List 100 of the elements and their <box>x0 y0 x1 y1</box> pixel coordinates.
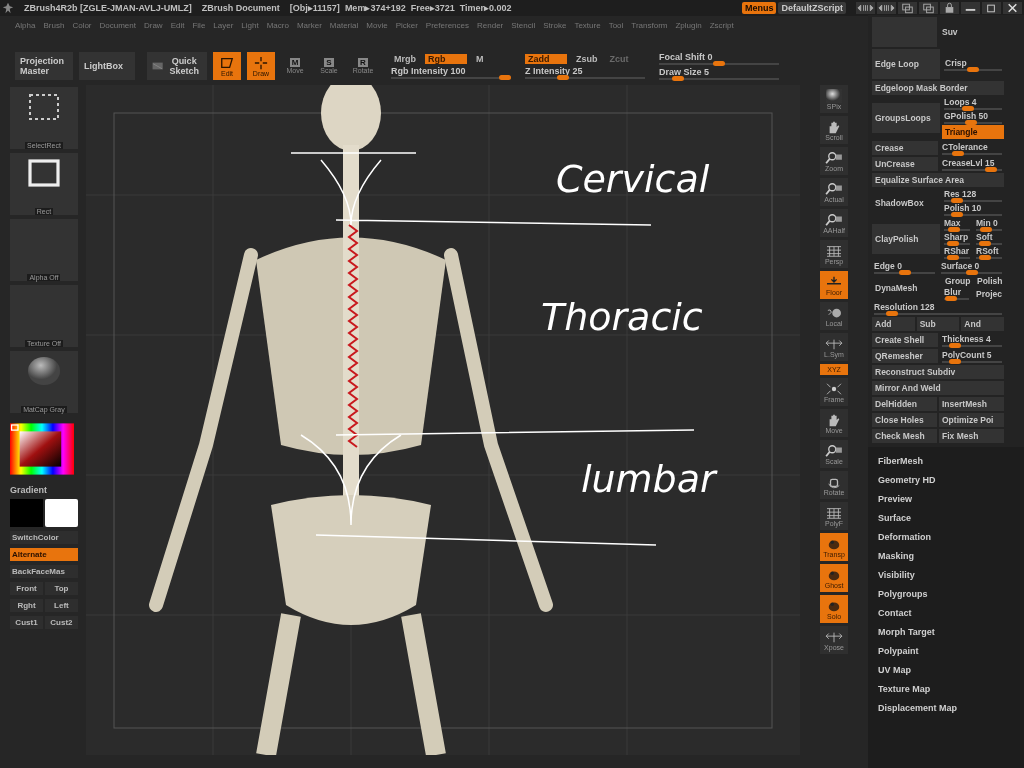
menu-item[interactable]: Texture <box>574 20 601 30</box>
panel-button[interactable]: Optimize Poi <box>939 413 1004 427</box>
windows-icon[interactable] <box>919 2 938 14</box>
panel-button[interactable]: Triangle <box>942 125 1004 139</box>
panel-button[interactable]: InsertMesh <box>939 397 1004 411</box>
menu-item[interactable]: Zplugin <box>675 20 702 30</box>
toggle-button[interactable]: M <box>473 53 497 64</box>
slider-thumb[interactable] <box>946 255 959 260</box>
panel-button[interactable]: GroupsLoops <box>872 103 940 133</box>
slider-thumb[interactable] <box>948 227 961 232</box>
toolbar-button[interactable]: LightBox <box>79 52 135 80</box>
lock-icon[interactable] <box>940 2 959 14</box>
panel-button[interactable]: Mirror And Weld <box>872 381 1004 395</box>
subpalette-item[interactable]: FiberMesh <box>878 452 1014 471</box>
menu-item[interactable]: Zscript <box>709 20 734 30</box>
panel-button[interactable]: Equalize Surface Area <box>872 173 1004 187</box>
menu-item[interactable]: Stencil <box>511 20 536 30</box>
menu-item[interactable]: Draw <box>143 20 163 30</box>
menu-item[interactable]: Movie <box>366 20 388 30</box>
close-icon[interactable] <box>1003 2 1022 14</box>
slider-track[interactable] <box>944 68 1002 71</box>
slider-thumb[interactable] <box>965 270 978 275</box>
slider-thumb[interactable] <box>945 296 958 301</box>
menu-item[interactable]: Preferences <box>425 20 469 30</box>
view-button[interactable]: Left <box>44 599 78 612</box>
view-button[interactable]: Cust2 <box>44 616 78 629</box>
toolbar-button[interactable]: Projection Master <box>15 52 73 80</box>
slider-thumb[interactable] <box>949 342 962 348</box>
menu-item[interactable]: Render <box>477 20 504 30</box>
slider-thumb[interactable] <box>950 198 963 203</box>
panel-button[interactable]: ClayPolish <box>872 223 940 254</box>
slider-thumb[interactable] <box>499 74 511 80</box>
toggle-button[interactable]: Mrgb <box>391 53 419 64</box>
menu-item[interactable]: Marker <box>296 20 322 30</box>
menu-item[interactable]: Color <box>72 20 92 30</box>
panel-button[interactable]: Check Mesh <box>872 429 937 443</box>
subpalette-item[interactable]: Displacement Map <box>878 699 1014 718</box>
slider-thumb[interactable] <box>713 61 725 66</box>
subpalette-item[interactable]: Texture Map <box>878 680 1014 699</box>
panel-button[interactable]: Fix Mesh <box>939 429 1004 443</box>
panel-button[interactable]: Edge Loop <box>872 49 940 79</box>
windows-icon[interactable] <box>898 2 917 14</box>
slider-thumb[interactable] <box>978 241 991 246</box>
restore-icon[interactable] <box>982 2 1001 14</box>
subpalette-item[interactable]: Morph Target <box>878 623 1014 642</box>
slider-thumb[interactable] <box>978 255 991 260</box>
panel-button[interactable]: QRemesher <box>872 349 938 363</box>
slider-track[interactable] <box>942 360 1002 363</box>
menu-item[interactable]: Edit <box>170 20 185 30</box>
slider-track[interactable] <box>942 152 1002 155</box>
subpalette-item[interactable]: Polygroups <box>878 585 1014 604</box>
menu-item[interactable]: File <box>192 20 206 30</box>
shelf-button[interactable]: BackFaceMas <box>10 565 78 578</box>
menu-item[interactable]: Material <box>329 20 359 30</box>
subpalette-item[interactable]: Surface <box>878 509 1014 528</box>
view-button[interactable]: Rght <box>10 599 43 612</box>
panel-button[interactable]: Reconstruct Subdiv <box>872 365 1004 379</box>
view-button[interactable]: Cust1 <box>10 616 43 629</box>
slider-thumb[interactable] <box>967 66 979 72</box>
color-swatch[interactable] <box>10 499 43 527</box>
slider-track[interactable] <box>942 344 1002 347</box>
panel-button[interactable]: DelHidden <box>872 397 937 411</box>
slider-thumb[interactable] <box>671 76 684 81</box>
title-bar-button[interactable]: DefaultZScript <box>778 2 846 14</box>
panel-button[interactable]: Edgeloop Mask Border <box>872 81 1004 95</box>
menu-item[interactable]: Stroke <box>543 20 567 30</box>
toggle-button[interactable]: Rgb <box>425 53 467 64</box>
minimize-icon[interactable] <box>961 2 980 14</box>
toggle-button[interactable]: Zsub <box>573 53 601 64</box>
slider-thumb[interactable] <box>557 74 570 80</box>
panel-button[interactable]: And <box>961 317 1004 331</box>
subpalette-item[interactable]: Deformation <box>878 528 1014 547</box>
slider-thumb[interactable] <box>950 212 963 217</box>
slider-thumb[interactable] <box>985 166 998 172</box>
viewport[interactable]: Cervical Thoracic lumbar <box>85 85 801 755</box>
menu-item[interactable]: Document <box>99 20 136 30</box>
slider-thumb[interactable] <box>946 241 959 246</box>
menu-item[interactable]: Alpha <box>15 20 36 30</box>
panel-button[interactable]: Sub <box>916 317 960 331</box>
slider-thumb[interactable] <box>949 358 962 364</box>
title-bar-button[interactable]: Menus <box>741 2 777 14</box>
subpalette-item[interactable]: UV Map <box>878 661 1014 680</box>
slider-thumb[interactable] <box>962 106 975 111</box>
slider-thumb[interactable] <box>951 150 964 156</box>
color-swatch[interactable] <box>44 499 78 527</box>
panel-button[interactable]: Crease <box>872 141 938 155</box>
slider-thumb[interactable] <box>885 311 898 316</box>
subpalette-item[interactable]: Polypaint <box>878 642 1014 661</box>
arrows-icon[interactable] <box>877 2 896 14</box>
shelf-button[interactable]: SwitchColor <box>10 531 78 544</box>
arrows-icon[interactable] <box>856 2 875 14</box>
toolbar-button[interactable]: Quick Sketch <box>147 52 207 80</box>
shelf-button[interactable]: Alternate <box>10 548 78 561</box>
menu-item[interactable]: Brush <box>43 20 65 30</box>
subpalette-item[interactable]: Geometry HD <box>878 471 1014 490</box>
view-button[interactable]: Front <box>10 582 43 595</box>
panel-button[interactable]: UnCrease <box>872 157 938 171</box>
view-button[interactable]: Top <box>44 582 78 595</box>
menu-item[interactable]: Light <box>241 20 259 30</box>
subpalette-item[interactable]: Visibility <box>878 566 1014 585</box>
